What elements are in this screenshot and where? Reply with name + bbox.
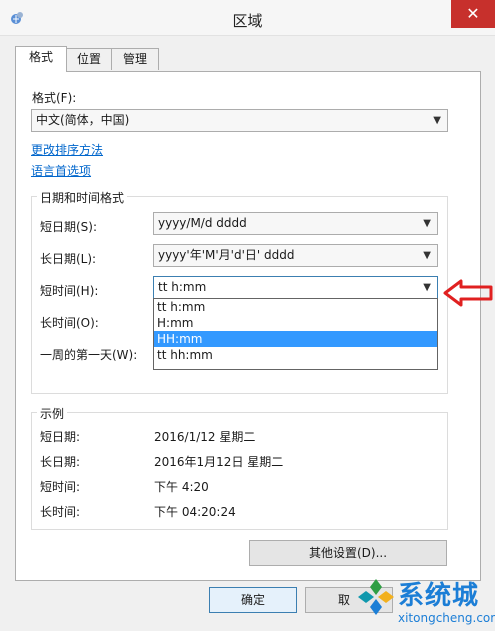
- example-short-date-value: 2016/1/12 星期二: [154, 430, 256, 444]
- long-date-value: yyyy'年'M'月'd'日' dddd: [158, 248, 295, 262]
- format-label: 格式(F):: [32, 91, 77, 105]
- example-short-date-label: 短日期:: [40, 430, 81, 444]
- dropdown-option-selected[interactable]: HH:mm: [154, 331, 437, 347]
- watermark-brand: 系统城: [398, 581, 480, 611]
- first-day-label: 一周的第一天(W):: [40, 348, 138, 362]
- ok-button[interactable]: 确定: [209, 587, 297, 613]
- example-long-time-label: 长时间:: [40, 505, 81, 519]
- short-date-select[interactable]: yyyy/M/d dddd ▼: [153, 212, 438, 235]
- short-date-label: 短日期(S):: [40, 220, 98, 234]
- long-date-select[interactable]: yyyy'年'M'月'd'日' dddd ▼: [153, 244, 438, 267]
- example-long-date-value: 2016年1月12日 星期二: [154, 455, 284, 469]
- example-short-time-label: 短时间:: [40, 480, 81, 494]
- chevron-down-icon: ▼: [423, 250, 431, 261]
- change-sort-link[interactable]: 更改排序方法: [31, 141, 103, 158]
- chevron-down-icon: ▼: [423, 218, 431, 229]
- example-group-title: 示例: [37, 405, 68, 422]
- dropdown-option[interactable]: H:mm: [154, 315, 437, 331]
- watermark-domain: xitongcheng.com: [398, 611, 495, 625]
- watermark: 系统城 xitongcheng.com: [356, 573, 495, 631]
- short-time-dropdown-list[interactable]: tt h:mm H:mm HH:mm tt hh:mm: [153, 298, 438, 370]
- windows-logo-icon: [358, 579, 394, 615]
- short-date-value: yyyy/M/d dddd: [158, 216, 247, 230]
- short-time-select[interactable]: tt h:mm ▼: [153, 276, 438, 299]
- short-time-label: 短时间(H):: [40, 284, 99, 298]
- red-arrow-annotation-icon: [443, 279, 493, 307]
- dropdown-option[interactable]: tt hh:mm: [154, 347, 437, 363]
- long-time-label: 长时间(O):: [40, 316, 99, 330]
- example-long-date-label: 长日期:: [40, 455, 81, 469]
- short-time-value: tt h:mm: [158, 280, 207, 294]
- dropdown-option[interactable]: tt h:mm: [154, 299, 437, 315]
- format-select[interactable]: 中文(简体，中国) ▼: [31, 109, 448, 132]
- example-short-time-value: 下午 4:20: [154, 480, 209, 494]
- language-preferences-link[interactable]: 语言首选项: [31, 162, 91, 179]
- chevron-down-icon: ▼: [423, 282, 431, 293]
- long-date-label: 长日期(L):: [40, 252, 97, 266]
- example-long-time-value: 下午 04:20:24: [154, 505, 236, 519]
- other-settings-button[interactable]: 其他设置(D)...: [249, 540, 447, 566]
- format-value: 中文(简体，中国): [36, 113, 130, 127]
- datetime-group-title: 日期和时间格式: [37, 189, 128, 206]
- chevron-down-icon: ▼: [433, 115, 441, 126]
